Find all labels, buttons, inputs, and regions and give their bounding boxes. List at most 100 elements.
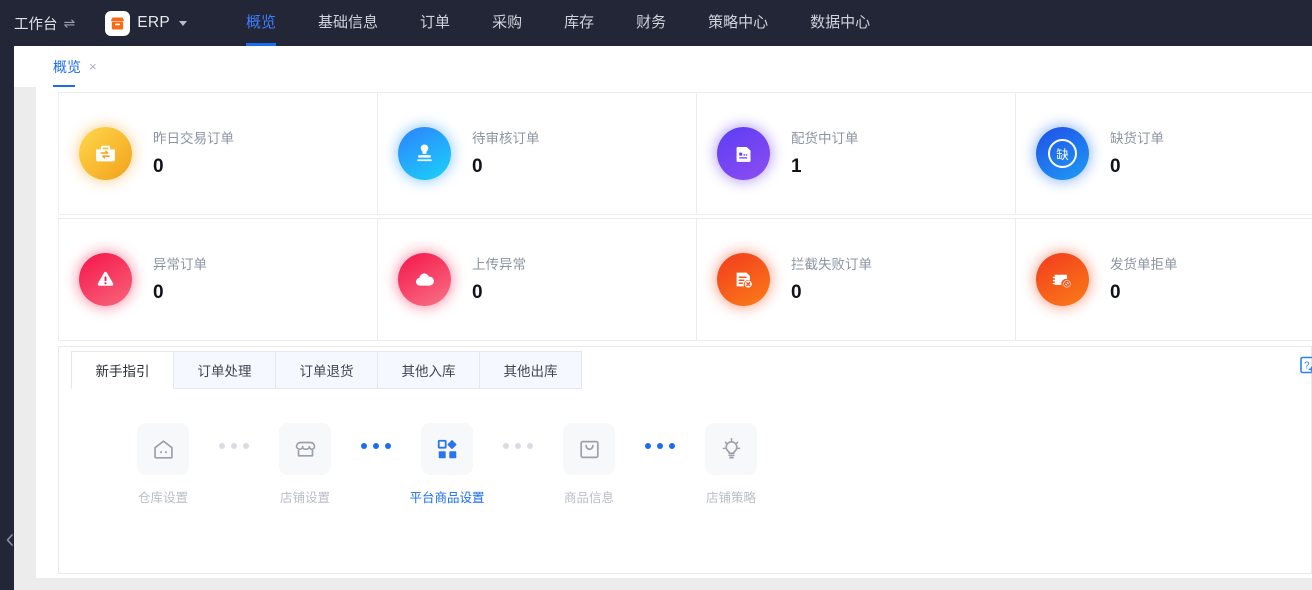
chevron-left-icon (5, 533, 15, 547)
dot (669, 443, 675, 449)
dot (361, 443, 367, 449)
guide-step-label: 店铺策略 (705, 491, 756, 505)
stat-label: 发货单拒单 (1110, 257, 1178, 272)
guide-tab-beginner[interactable]: 新手指引 (71, 351, 174, 389)
parcel-box-icon (717, 127, 770, 180)
step-connector-dots (635, 443, 685, 449)
exchange-briefcase-icon (79, 127, 132, 180)
stat-card-out-of-stock-orders[interactable]: 缺 缺货订单 0 (1015, 92, 1312, 215)
out-of-stock-glyph: 缺 (1048, 139, 1077, 168)
guide-step-label: 平台商品设置 (409, 491, 485, 505)
shopping-bag-icon (563, 423, 615, 475)
close-icon[interactable]: × (89, 59, 97, 74)
dot (231, 443, 237, 449)
chevron-down-icon (179, 20, 188, 26)
nav-item-basic-info[interactable]: 基础信息 (297, 0, 399, 46)
stat-value: 1 (791, 156, 802, 177)
guide-tab-other-inbound[interactable]: 其他入库 (377, 351, 480, 389)
stat-text: 昨日交易订单 0 (153, 129, 234, 178)
stat-card-abnormal-orders[interactable]: 异常订单 0 (58, 218, 378, 341)
guide-tab-order-processing[interactable]: 订单处理 (173, 351, 276, 389)
warehouse-house-icon (137, 423, 189, 475)
nav-item-inventory[interactable]: 库存 (543, 0, 615, 46)
nav-item-data-center[interactable]: 数据中心 (789, 0, 891, 46)
dot (385, 443, 391, 449)
dot (243, 443, 249, 449)
stat-value: 0 (472, 156, 483, 177)
document-tab-overview[interactable]: 概览 × (53, 46, 97, 87)
guide-step-label: 商品信息 (563, 491, 614, 505)
document-tabstrip: 概览 × (14, 46, 1312, 87)
warning-triangle-icon (79, 253, 132, 306)
question-gear-icon[interactable]: ? (1298, 355, 1312, 381)
nav-item-strategy-center[interactable]: 策略中心 (687, 0, 789, 46)
stat-card-shipment-rejected[interactable]: 发货单拒单 0 (1015, 218, 1312, 341)
step-connector-dots (351, 443, 401, 449)
stat-label: 上传异常 (472, 257, 526, 272)
shipment-reject-icon (1036, 253, 1089, 306)
nav-item-orders[interactable]: 订单 (399, 0, 471, 46)
nav-item-finance[interactable]: 财务 (615, 0, 687, 46)
shop-logo-icon (105, 10, 131, 36)
shop-store-icon (279, 423, 331, 475)
stat-value: 0 (153, 156, 164, 177)
stat-label: 拦截失败订单 (791, 257, 872, 272)
stat-card-in-distribution-orders[interactable]: 配货中订单 1 (696, 92, 1016, 215)
brand-dropdown[interactable]: ERP (105, 10, 188, 36)
lightbulb-icon (705, 423, 757, 475)
stat-value: 0 (153, 282, 164, 303)
stat-text: 发货单拒单 0 (1110, 255, 1178, 304)
left-rail (0, 46, 19, 590)
stat-card-upload-exception[interactable]: 上传异常 0 (377, 218, 697, 341)
dot (219, 443, 225, 449)
stat-label: 昨日交易订单 (153, 131, 234, 146)
stat-text: 拦截失败订单 0 (791, 255, 872, 304)
stat-value: 0 (1110, 156, 1121, 177)
stat-card-yesterday-orders[interactable]: 昨日交易订单 0 (58, 92, 378, 215)
stat-value: 0 (791, 282, 802, 303)
guide-tab-order-returns[interactable]: 订单退货 (275, 351, 378, 389)
main-nav: 概览 基础信息 订单 采购 库存 财务 策略中心 数据中心 (225, 0, 891, 46)
nav-item-purchase[interactable]: 采购 (471, 0, 543, 46)
cloud-upload-icon (398, 253, 451, 306)
stat-value: 0 (472, 282, 483, 303)
stat-text: 上传异常 0 (472, 255, 526, 304)
stat-cards-grid: 昨日交易订单 0 待审核订单 0 配货中订单 1 缺 缺货订单 0 异常订单 0… (58, 92, 1312, 344)
guide-step-shop-strategy[interactable]: 店铺策略 (685, 423, 777, 506)
guide-step-warehouse-setup[interactable]: 仓库设置 (117, 423, 209, 506)
dot (373, 443, 379, 449)
stat-card-intercept-failed-orders[interactable]: 拦截失败订单 0 (696, 218, 1016, 341)
overview-panel: 昨日交易订单 0 待审核订单 0 配货中订单 1 缺 缺货订单 0 异常订单 0… (36, 87, 1312, 578)
guide-step-goods-info[interactable]: 商品信息 (543, 423, 635, 506)
guide-step-label: 店铺设置 (279, 491, 330, 505)
workspace-label: 工作台 (14, 16, 58, 33)
document-tab-label: 概览 (53, 58, 81, 75)
guide-step-label: 仓库设置 (137, 491, 188, 505)
out-of-stock-icon: 缺 (1036, 127, 1089, 180)
guide-step-shop-setup[interactable]: 店铺设置 (259, 423, 351, 506)
workspace-switcher[interactable]: 工作台 ⇌ (14, 13, 75, 34)
stat-label: 配货中订单 (791, 131, 859, 146)
guide-tabs: 新手指引 订单处理 订单退货 其他入库 其他出库 (71, 347, 1311, 389)
guide-tab-other-outbound[interactable]: 其他出库 (479, 351, 582, 389)
step-connector-dots (209, 443, 259, 449)
stat-text: 异常订单 0 (153, 255, 207, 304)
dot (527, 443, 533, 449)
stat-text: 配货中订单 1 (791, 129, 859, 178)
stat-value: 0 (1110, 282, 1121, 303)
stat-label: 异常订单 (153, 257, 207, 272)
dot (645, 443, 651, 449)
stat-text: 待审核订单 0 (472, 129, 540, 178)
stat-card-pending-review-orders[interactable]: 待审核订单 0 (377, 92, 697, 215)
swap-icon: ⇌ (63, 14, 76, 31)
guide-steps: 仓库设置 店铺设置 平台商品设置 商品信息 店铺策略 (59, 423, 1311, 506)
dot (503, 443, 509, 449)
dot (515, 443, 521, 449)
platform-goods-icon (421, 423, 473, 475)
stat-text: 缺货订单 0 (1110, 129, 1164, 178)
stat-label: 缺货订单 (1110, 131, 1164, 146)
step-connector-dots (493, 443, 543, 449)
document-cancel-icon (717, 253, 770, 306)
nav-item-overview[interactable]: 概览 (225, 0, 297, 46)
guide-step-platform-goods-setup[interactable]: 平台商品设置 (401, 423, 493, 506)
